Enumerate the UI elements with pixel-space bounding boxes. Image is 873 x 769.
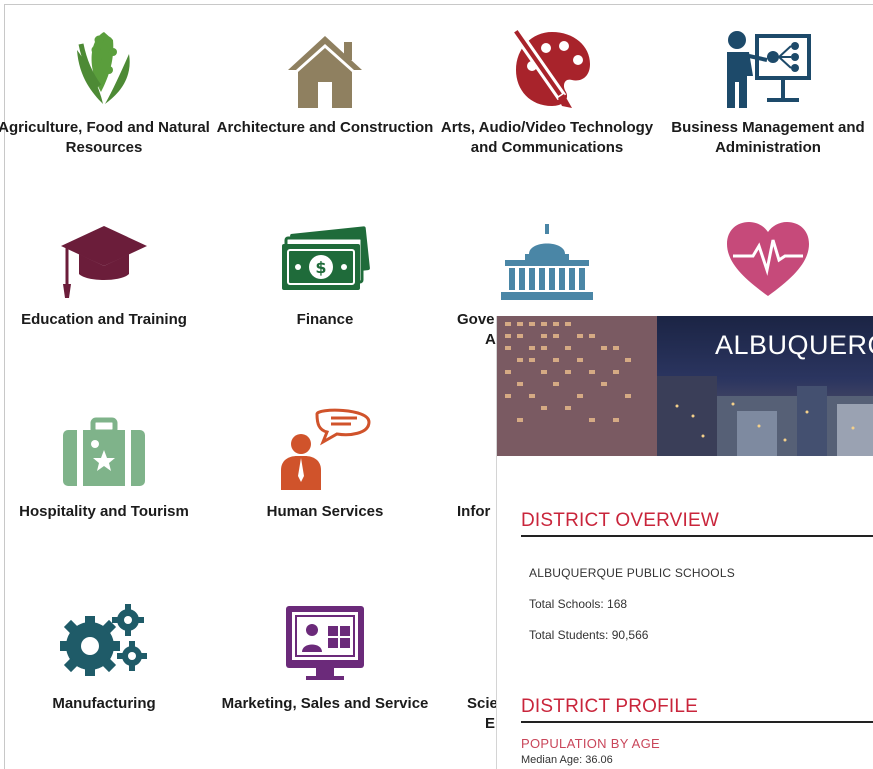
palette-icon [437,20,657,110]
district-profile-heading: DISTRICT PROFILE [521,696,873,723]
cluster-label: Business Management and Administration [671,119,865,156]
cluster-health-science[interactable] [658,212,873,310]
cluster-label: Arts, Audio/Video Technology and Communi… [440,119,654,156]
cluster-arts[interactable]: Arts, Audio/Video Technology and Communi… [437,20,657,158]
presenter-icon [658,20,873,110]
cluster-business[interactable]: Business Management and Administration [658,20,873,158]
cluster-finance[interactable]: $ Finance [215,212,435,330]
cluster-education[interactable]: Education and Training [0,212,214,330]
cluster-label: Agriculture, Food and Natural Resources [0,119,210,156]
cluster-architecture[interactable]: Architecture and Construction [215,20,435,138]
cluster-manufacturing[interactable]: Manufacturing [0,596,214,714]
cluster-hospitality[interactable]: Hospitality and Tourism [0,404,214,522]
gears-icon [0,596,214,686]
monitor-icon [215,596,435,686]
cluster-marketing[interactable]: Marketing, Sales and Service [215,596,435,714]
cluster-label: Finance [296,311,354,328]
capitol-icon [437,212,657,302]
cluster-label: Manufacturing [52,695,156,712]
cluster-label: Marketing, Sales and Service [221,695,429,712]
person-speech-icon [215,404,435,494]
money-icon: $ [215,212,435,302]
median-age: Median Age: 36.06 [521,754,613,766]
cluster-label: Human Services [266,503,384,520]
cluster-label: Architecture and Construction [216,119,434,136]
district-overview-heading: DISTRICT OVERVIEW [521,510,873,537]
cluster-agriculture[interactable]: Agriculture, Food and Natural Resources [0,20,214,158]
cluster-label: Hospitality and Tourism [19,503,189,520]
graduation-cap-icon [0,212,214,302]
heart-pulse-icon [658,212,873,302]
cluster-label: Education and Training [21,311,187,328]
population-by-age-heading: POPULATION BY AGE [521,736,660,751]
corn-icon [0,20,214,110]
banner-title: ALBUQUERQ [715,330,873,360]
city-banner: ALBUQUERQ [497,316,873,456]
cluster-human-services[interactable]: Human Services [215,404,435,522]
svg-text:$: $ [315,258,326,277]
total-schools: Total Schools: 168 [529,597,628,611]
district-panel: ALBUQUERQ DISTRICT OVERVIEW ALBUQUERQUE … [496,316,873,769]
suitcase-icon [0,404,214,494]
total-students: Total Students: 90,566 [529,628,649,642]
district-name: ALBUQUERQUE PUBLIC SCHOOLS [529,566,735,580]
house-icon [215,20,435,110]
